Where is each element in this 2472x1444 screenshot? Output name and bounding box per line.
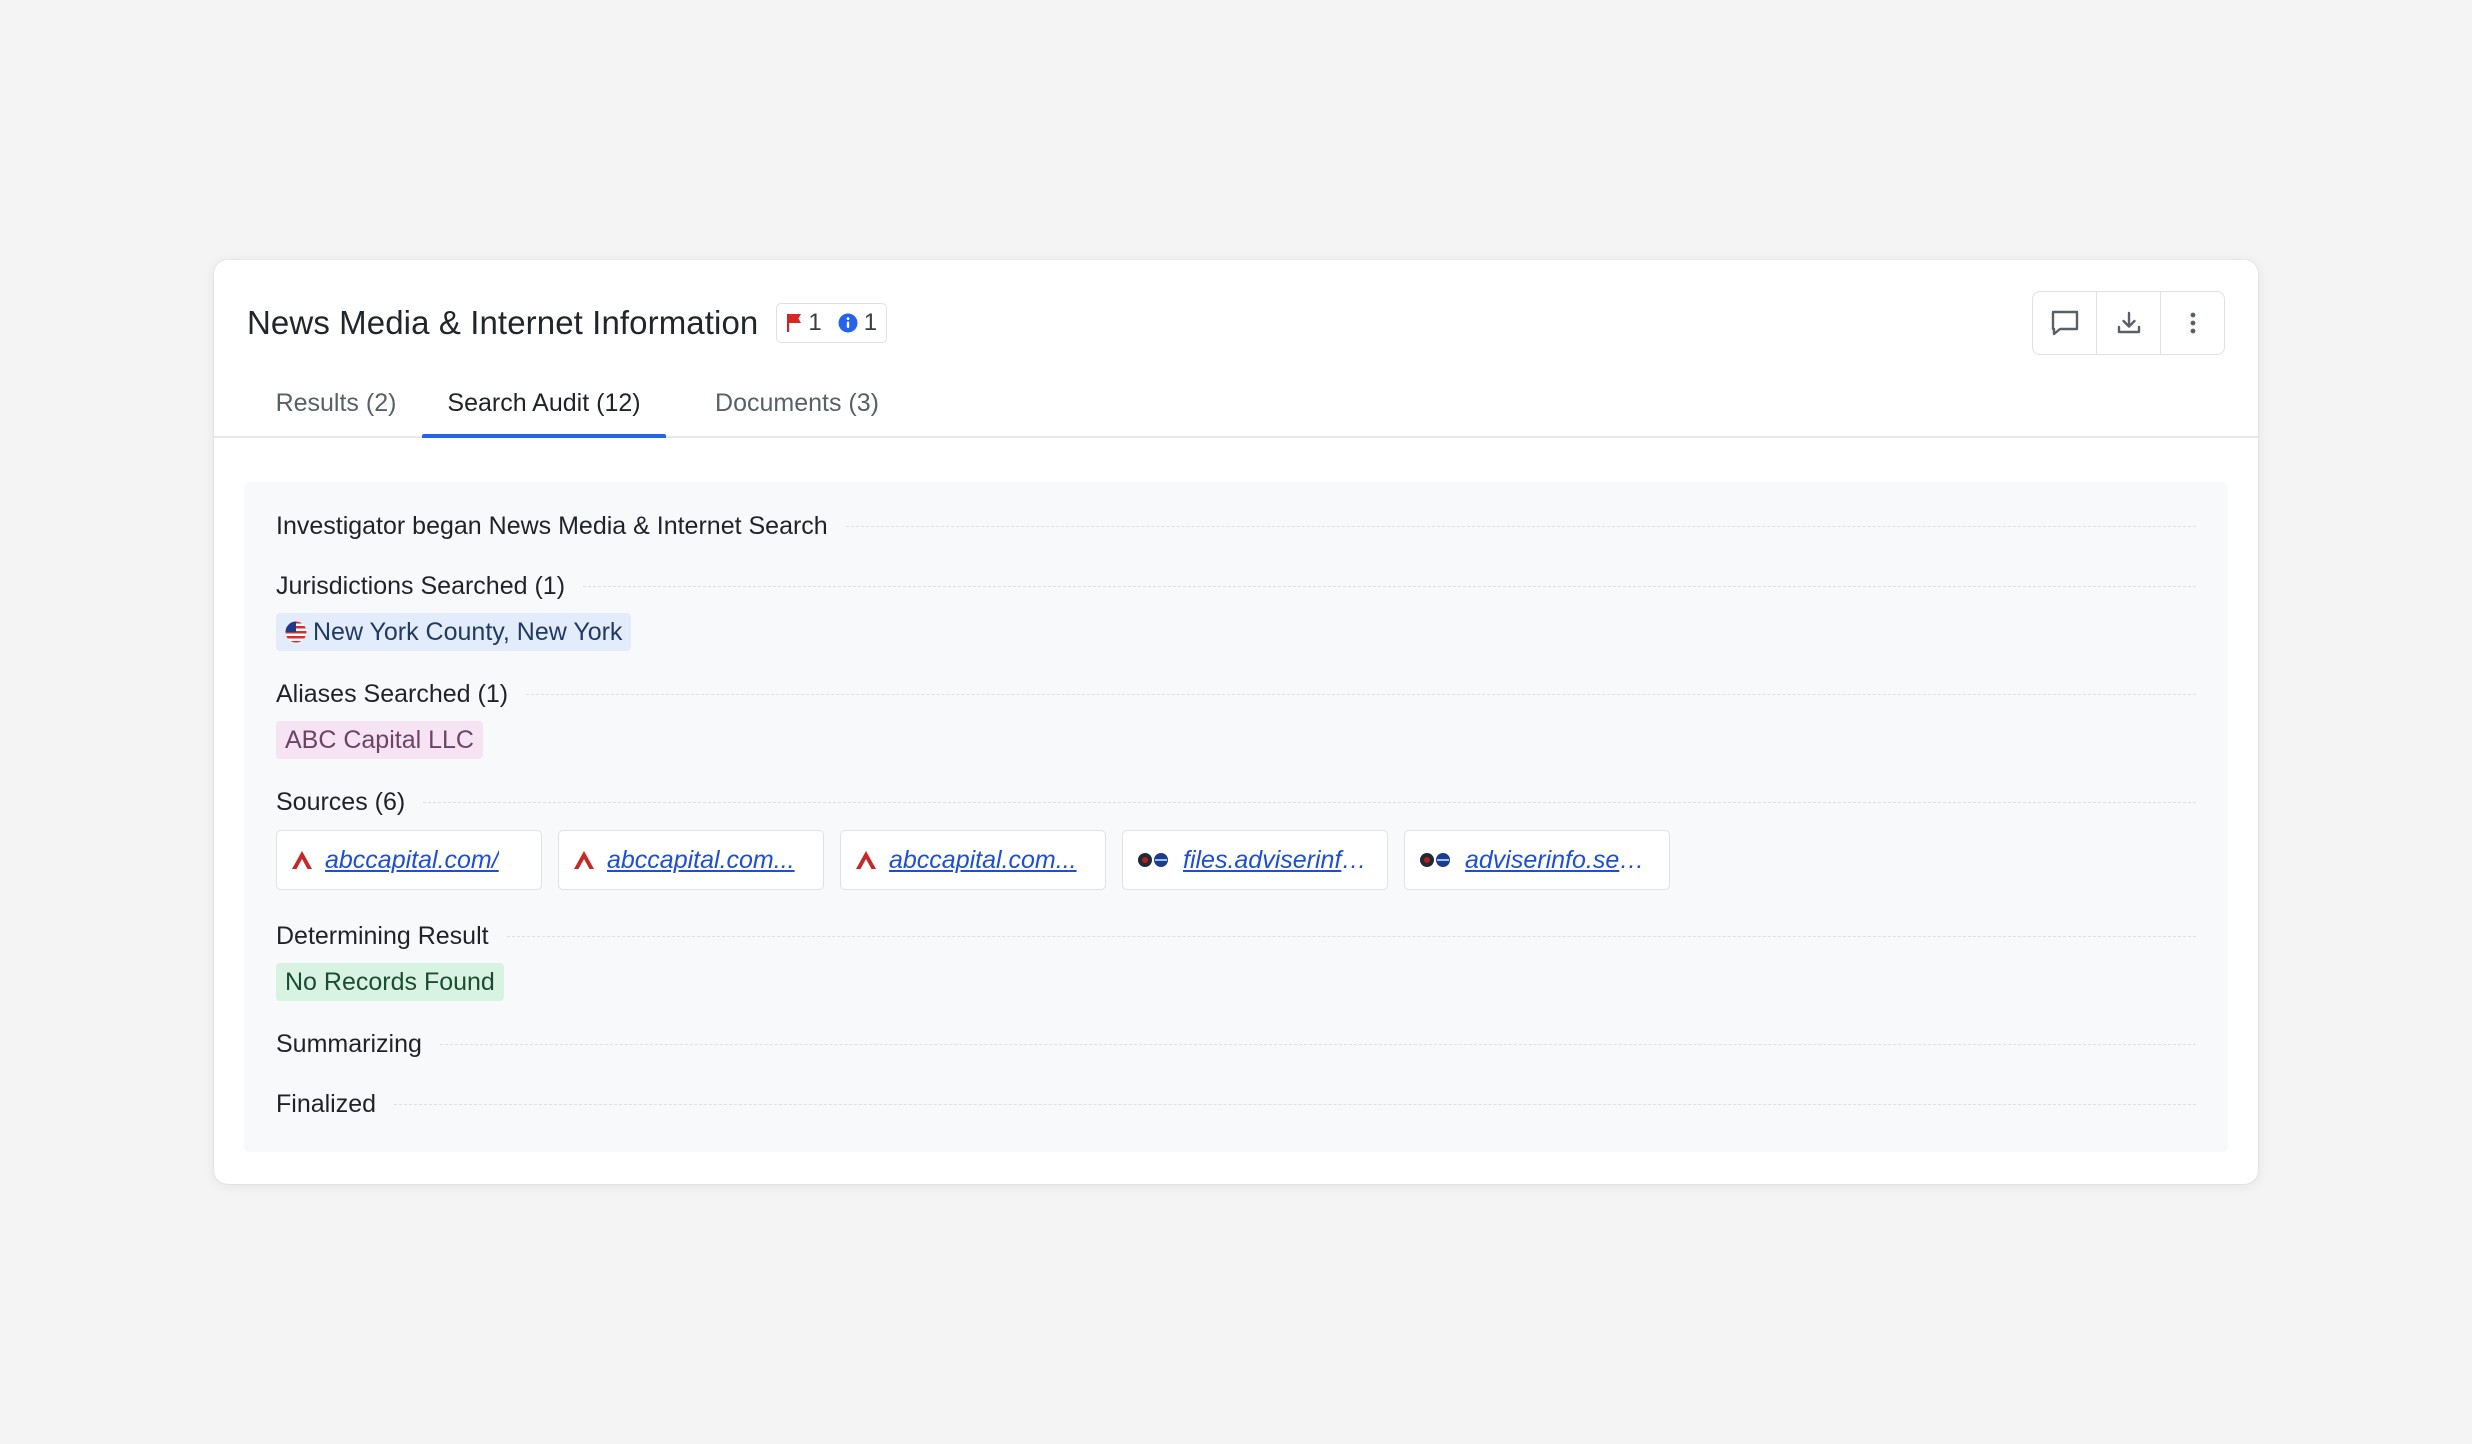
source-card[interactable]: abccapital.com/ <box>276 830 542 890</box>
dashed-divider <box>845 526 2196 527</box>
source-card[interactable]: files.adviserinfo... <box>1122 830 1388 890</box>
source-link[interactable]: adviserinfo.sec.... <box>1465 846 1655 875</box>
abc-capital-logo-icon <box>855 850 877 870</box>
source-link[interactable]: files.adviserinfo... <box>1183 846 1373 875</box>
info-badge: 1 <box>838 309 877 337</box>
source-card[interactable]: adviserinfo.sec.... <box>1404 830 1670 890</box>
us-flag-icon <box>285 621 307 643</box>
audit-step-aliases: Aliases Searched (1) <box>276 680 2196 709</box>
section-header: News Media & Internet Information 1 1 <box>247 298 888 348</box>
tab-documents[interactable]: Documents (3) <box>687 372 907 436</box>
tab-search-audit[interactable]: Search Audit (12) <box>422 372 666 438</box>
dashed-divider <box>506 936 2196 937</box>
audit-step-finalized: Finalized <box>276 1090 2196 1119</box>
section-title: News Media & Internet Information <box>247 304 759 341</box>
section-card: News Media & Internet Information 1 1 Re… <box>214 260 2258 1184</box>
audit-step-label: Determining Result <box>276 922 489 950</box>
info-count: 1 <box>863 309 878 336</box>
alert-badges[interactable]: 1 1 <box>776 303 888 343</box>
alias-tag: ABC Capital LLC <box>276 721 483 759</box>
source-card[interactable]: abccapital.com... <box>558 830 824 890</box>
jurisdiction-text: New York County, New York <box>313 618 623 646</box>
source-link[interactable]: abccapital.com... <box>607 846 795 875</box>
audit-step-label: Investigator began News Media & Internet… <box>276 512 828 540</box>
comment-icon <box>2051 310 2078 336</box>
abc-capital-logo-icon <box>291 850 313 870</box>
dashed-divider <box>394 1104 2196 1105</box>
tab-results[interactable]: Results (2) <box>261 372 411 436</box>
tab-bar: Results (2) Search Audit (12) Documents … <box>214 372 2258 438</box>
sources-list: abccapital.com/ abccapital.com... abccap… <box>276 830 1670 890</box>
audit-step-label: Summarizing <box>276 1030 422 1058</box>
source-link[interactable]: abccapital.com... <box>889 846 1077 875</box>
source-card[interactable]: abccapital.com... <box>840 830 1106 890</box>
flag-count: 1 <box>808 309 822 336</box>
audit-step-result: Determining Result <box>276 922 2196 951</box>
audit-step-began: Investigator began News Media & Internet… <box>276 512 2196 541</box>
audit-step-label: Jurisdictions Searched (1) <box>276 572 566 600</box>
source-link[interactable]: abccapital.com/ <box>325 846 499 875</box>
audit-step-label: Sources (6) <box>276 788 406 816</box>
more-options-button[interactable] <box>2160 292 2224 354</box>
audit-step-sources: Sources (6) <box>276 788 2196 817</box>
dashed-divider <box>423 802 2196 803</box>
abc-capital-logo-icon <box>573 850 595 870</box>
red-flag-icon <box>787 314 802 332</box>
dashed-divider <box>439 1044 2196 1045</box>
result-text: No Records Found <box>285 968 495 996</box>
audit-step-summarizing: Summarizing <box>276 1030 2196 1059</box>
search-audit-panel: Investigator began News Media & Internet… <box>244 482 2228 1152</box>
info-icon <box>838 313 858 333</box>
download-icon <box>2117 311 2140 334</box>
audit-step-jurisdictions: Jurisdictions Searched (1) <box>276 572 2196 601</box>
audit-step-label: Finalized <box>276 1090 377 1118</box>
dashed-divider <box>583 586 2196 587</box>
comment-button[interactable] <box>2033 292 2096 354</box>
alias-text: ABC Capital LLC <box>285 726 474 754</box>
sec-logo-icon <box>1137 852 1171 868</box>
dashed-divider <box>526 694 2196 695</box>
download-button[interactable] <box>2096 292 2160 354</box>
audit-step-label: Aliases Searched (1) <box>276 680 509 708</box>
more-vertical-icon <box>2190 312 2195 334</box>
flag-badge: 1 <box>786 309 822 337</box>
header-actions <box>2032 291 2225 355</box>
jurisdiction-tag: New York County, New York <box>276 613 632 651</box>
sec-logo-icon <box>1419 852 1453 868</box>
result-tag: No Records Found <box>276 963 504 1001</box>
